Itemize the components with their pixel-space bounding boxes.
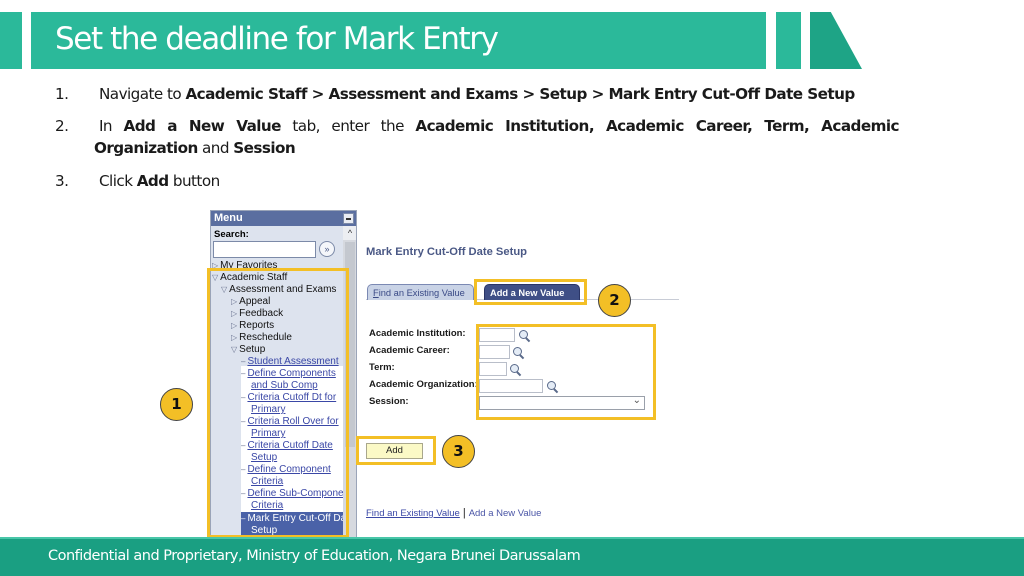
highlight-add-button — [356, 436, 436, 465]
navigation-path: Academic Staff > Assessment and Exams > … — [185, 85, 855, 103]
step-text: and — [197, 139, 234, 157]
highlight-menu-path — [207, 268, 349, 538]
header-accent-strip — [0, 12, 22, 69]
field-names-ref: Academic Institution, Academic Career, T… — [415, 117, 899, 135]
tab-find-existing-value[interactable]: Find an Existing Value — [367, 284, 474, 300]
step-text: button — [168, 172, 220, 190]
step-badge-1: 1 — [160, 388, 193, 421]
add-new-value-link[interactable]: Add a New Value — [469, 508, 542, 519]
step-text: tab, enter the — [280, 117, 416, 135]
footer-accent-line — [0, 537, 1024, 539]
highlight-fields — [476, 324, 656, 420]
highlight-add-tab — [474, 279, 587, 305]
find-existing-value-link[interactable]: Find an Existing Value — [366, 508, 460, 519]
menu-title: Menu — [214, 212, 243, 224]
step-number: 2. — [55, 117, 69, 135]
field-name-ref: Organization — [94, 139, 198, 157]
page-title: Set the deadline for Mark Entry — [55, 21, 499, 57]
tab-name-ref: Add a New Value — [123, 117, 281, 135]
header-decor-bar — [776, 12, 801, 69]
button-name-ref: Add — [136, 172, 169, 190]
footer-text: Confidential and Proprietary, Ministry o… — [48, 548, 581, 564]
step-text: Navigate to — [99, 85, 186, 103]
session-label: Session: — [369, 396, 409, 407]
menu-header: Menu — [211, 211, 356, 226]
step-badge-2: 2 — [598, 284, 631, 317]
academic-career-label: Academic Career: — [369, 345, 450, 356]
term-label: Term: — [369, 362, 395, 373]
search-go-icon[interactable]: » — [319, 241, 335, 257]
search-label: Search: — [214, 229, 249, 240]
component-title: Mark Entry Cut-Off Date Setup — [366, 246, 527, 258]
step-number: 3. — [55, 172, 69, 190]
collapse-icon[interactable] — [343, 213, 354, 224]
step-text: In — [99, 117, 124, 135]
step-badge-3: 3 — [442, 435, 475, 468]
field-name-ref: Session — [233, 139, 296, 157]
academic-organization-label: Academic Organization: — [369, 379, 478, 390]
bottom-links: Find an Existing Value | Add a New Value — [366, 507, 541, 519]
step-text: Click — [99, 172, 137, 190]
header-decor-trapezoid — [810, 12, 862, 69]
scroll-up-icon[interactable]: ^ — [343, 226, 356, 240]
menu-search-input[interactable] — [213, 241, 316, 258]
step-number: 1. — [55, 85, 69, 103]
academic-institution-label: Academic Institution: — [369, 328, 466, 339]
link-separator: | — [462, 507, 466, 519]
